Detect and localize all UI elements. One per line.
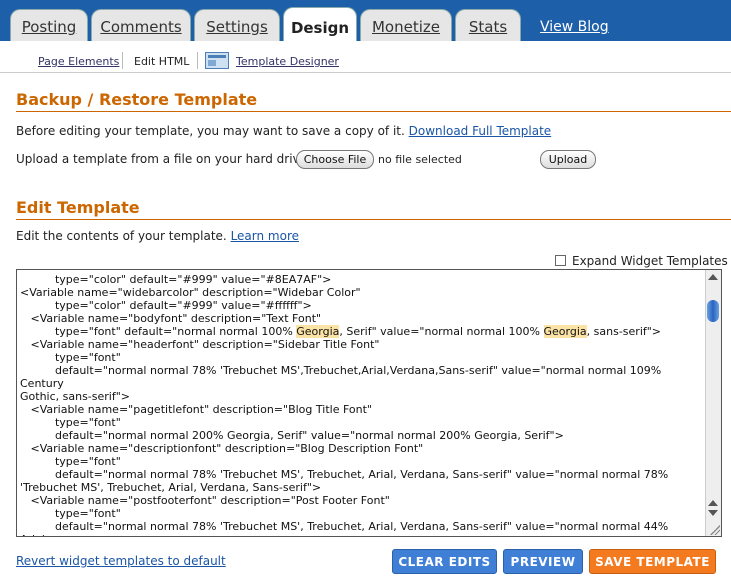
code-line: default="normal normal 78% 'Trebuchet MS… xyxy=(20,468,669,481)
subnav-page-elements[interactable]: Page Elements xyxy=(38,55,119,68)
search-highlight: Georgia xyxy=(543,325,587,338)
tab-posting[interactable]: Posting xyxy=(10,9,88,43)
code-line: type="font" xyxy=(20,416,121,429)
preview-button[interactable]: PREVIEW xyxy=(503,549,583,574)
code-line: 'Trebuchet MS', Trebuchet, Arial, Verdan… xyxy=(20,481,322,494)
choose-file-button[interactable]: Choose File xyxy=(296,150,374,169)
scroll-thumb[interactable] xyxy=(707,300,719,322)
code-line: <Variable name="pagetitlefont" descripti… xyxy=(20,403,372,416)
subnav-edit-html: Edit HTML xyxy=(134,55,190,68)
download-full-template-link[interactable]: Download Full Template xyxy=(409,124,552,138)
code-line: <Variable name="descriptionfont" descrip… xyxy=(20,442,424,455)
top-tab-bar: Posting Comments Settings Design Monetiz… xyxy=(0,0,731,43)
heading-divider xyxy=(16,219,731,220)
template-designer-icon[interactable] xyxy=(205,52,229,69)
learn-more-link[interactable]: Learn more xyxy=(231,229,299,243)
heading-divider xyxy=(16,111,731,112)
code-line: default="normal normal 78% 'Trebuchet MS… xyxy=(20,364,665,390)
code-line: type="color" default="#999" value="#8EA7… xyxy=(20,273,332,286)
scroll-down-arrow-icon[interactable] xyxy=(708,510,718,516)
edit-template-heading: Edit Template xyxy=(16,198,140,217)
code-line: type="font" default="normal normal 100% … xyxy=(20,325,662,338)
code-line: <Variable name="headerfont" description=… xyxy=(20,338,380,351)
sub-navigation: Page Elements Edit HTML Template Designe… xyxy=(0,41,731,73)
edit-intro-text: Edit the contents of your template. xyxy=(16,229,227,243)
tab-monetize[interactable]: Monetize xyxy=(360,9,452,43)
code-line: <Variable name="widebarcolor" descriptio… xyxy=(20,286,361,299)
code-line: <Variable name="postfooterfont" descript… xyxy=(20,494,390,507)
upload-button[interactable]: Upload xyxy=(540,150,596,169)
clear-edits-button[interactable]: CLEAR EDITS xyxy=(392,549,497,574)
backup-intro-text: Before editing your template, you may wa… xyxy=(16,124,405,138)
subnav-template-designer[interactable]: Template Designer xyxy=(236,55,339,68)
code-line: type="font" xyxy=(20,455,121,468)
code-line: type="font" xyxy=(20,507,121,520)
expand-widget-templates-checkbox[interactable] xyxy=(555,255,566,266)
code-line: Gothic, sans-serif"> xyxy=(20,390,131,403)
template-code[interactable]: type="color" default="#999" value="#8EA7… xyxy=(20,273,700,536)
tab-comments[interactable]: Comments xyxy=(91,9,191,43)
editor-scrollbar[interactable] xyxy=(705,270,721,536)
expand-widget-templates-label[interactable]: Expand Widget Templates xyxy=(572,254,728,268)
template-editor-textarea[interactable]: type="color" default="#999" value="#8EA7… xyxy=(16,269,722,537)
no-file-selected-text: no file selected xyxy=(378,153,462,166)
save-template-button[interactable]: SAVE TEMPLATE xyxy=(589,549,716,574)
scroll-up-arrow-icon[interactable] xyxy=(708,274,718,280)
resize-handle-icon[interactable] xyxy=(710,525,720,535)
code-line: <Variable name="bodyfont" description="T… xyxy=(20,312,322,325)
subnav-divider xyxy=(197,52,198,69)
backup-intro-line: Before editing your template, you may wa… xyxy=(16,124,551,138)
scroll-up-arrow-icon[interactable] xyxy=(708,500,718,506)
code-line: default="normal normal 200% Georgia, Ser… xyxy=(20,429,564,442)
code-line: type="font" xyxy=(20,351,121,364)
view-blog-link[interactable]: View Blog xyxy=(540,19,609,35)
tab-stats[interactable]: Stats xyxy=(455,9,521,43)
backup-restore-heading: Backup / Restore Template xyxy=(16,90,258,109)
tab-settings[interactable]: Settings xyxy=(194,9,280,43)
code-line: default="normal normal 78% 'Trebuchet MS… xyxy=(20,520,669,536)
code-line: type="color" default="#999" value="#ffff… xyxy=(20,299,312,312)
revert-widget-templates-link[interactable]: Revert widget templates to default xyxy=(16,554,226,568)
subnav-divider xyxy=(122,52,123,69)
upload-label: Upload a template from a file on your ha… xyxy=(16,152,312,166)
search-highlight: Georgia xyxy=(296,325,340,338)
edit-intro-line: Edit the contents of your template. Lear… xyxy=(16,229,299,243)
tab-design[interactable]: Design xyxy=(283,7,357,43)
